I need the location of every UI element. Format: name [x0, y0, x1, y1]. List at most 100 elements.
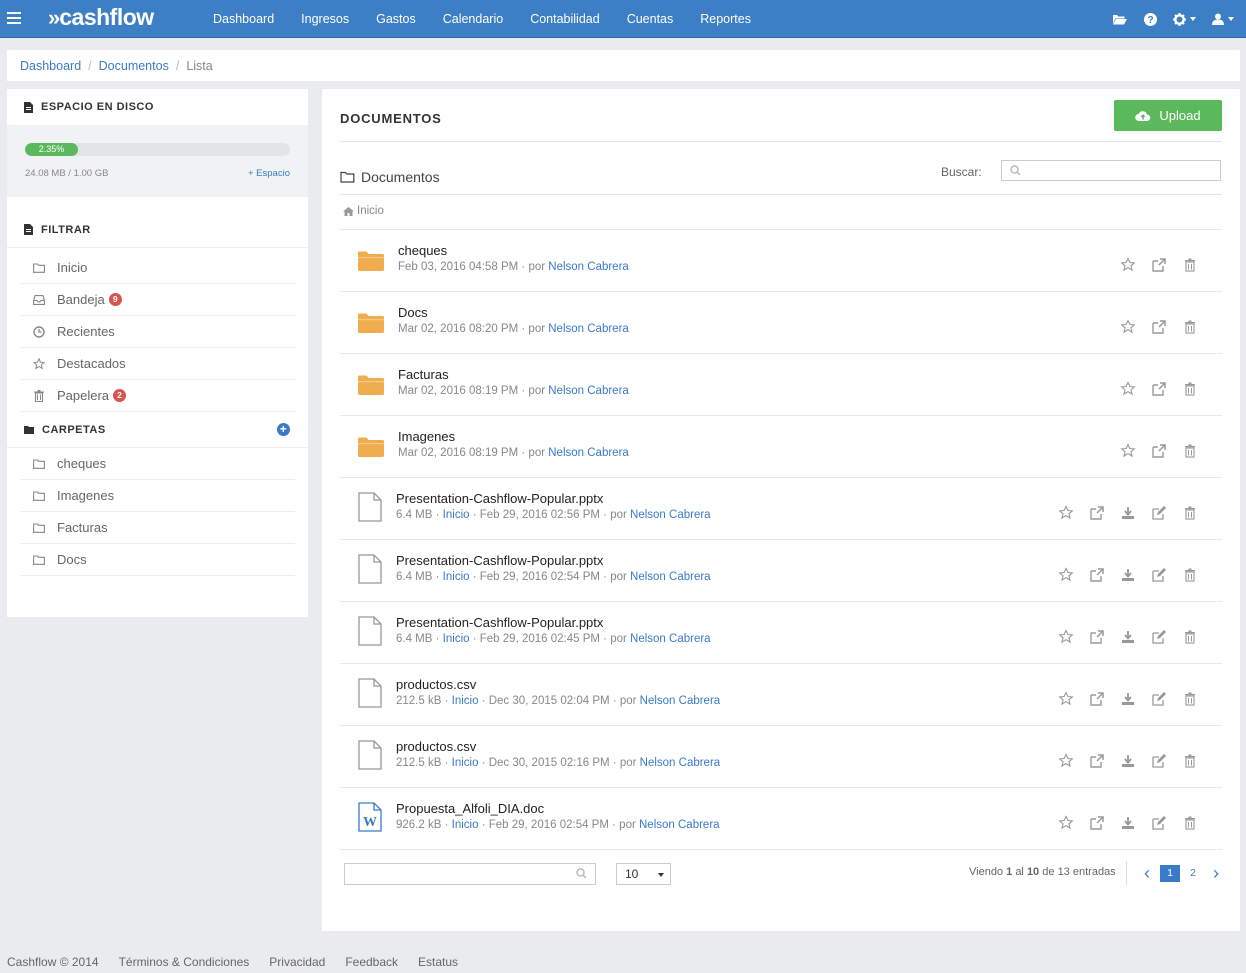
add-folder-icon[interactable]: + [277, 423, 290, 436]
search-input[interactable] [1001, 160, 1221, 181]
item-author-link[interactable]: Nelson Cabrera [640, 757, 721, 769]
trash-icon[interactable] [1182, 381, 1198, 397]
file-row[interactable]: Presentation-Cashflow-Popular.pptx 6.4 MB… [340, 477, 1222, 539]
sidebar-item-inicio[interactable]: Inicio [20, 252, 295, 284]
user-icon[interactable] [1212, 13, 1234, 25]
footer-link[interactable]: Privacidad [269, 955, 325, 969]
item-name[interactable]: productos.csv [396, 739, 476, 754]
trash-icon[interactable] [1182, 319, 1198, 335]
item-location-link[interactable]: Inicio [443, 509, 470, 521]
sidebar-folder-facturas[interactable]: Facturas [20, 512, 295, 544]
file-row[interactable]: Presentation-Cashflow-Popular.pptx 6.4 MB… [340, 539, 1222, 601]
trash-icon[interactable] [1182, 753, 1198, 769]
trash-icon[interactable] [1182, 567, 1198, 583]
external-link-icon[interactable] [1089, 505, 1105, 521]
download-icon[interactable] [1120, 629, 1136, 645]
external-link-icon[interactable] [1089, 567, 1105, 583]
chevron-left-icon[interactable]: ‹ [1137, 863, 1157, 883]
item-name[interactable]: Propuesta_Alfoli_DIA.doc [396, 801, 544, 816]
file-row[interactable]: productos.csv 212.5 kB · Inicio · Dec 30,… [340, 725, 1222, 787]
item-author-link[interactable]: Nelson Cabrera [630, 571, 711, 583]
sidebar-folder-imagenes[interactable]: Imagenes [20, 480, 295, 512]
item-location-link[interactable]: Inicio [452, 695, 479, 707]
nav-item-gastos[interactable]: Gastos [376, 12, 416, 26]
external-link-icon[interactable] [1151, 443, 1167, 459]
file-row[interactable]: Presentation-Cashflow-Popular.pptx 6.4 MB… [340, 601, 1222, 663]
brand-logo[interactable]: » cashflow [48, 4, 154, 31]
edit-icon[interactable] [1151, 691, 1167, 707]
nav-item-calendario[interactable]: Calendario [443, 12, 503, 26]
breadcrumb-documentos[interactable]: Documentos [99, 59, 169, 73]
item-author-link[interactable]: Nelson Cabrera [548, 447, 629, 459]
external-link-icon[interactable] [1089, 815, 1105, 831]
edit-icon[interactable] [1151, 753, 1167, 769]
item-author-link[interactable]: Nelson Cabrera [630, 633, 711, 645]
chevron-right-icon[interactable]: › [1206, 863, 1226, 883]
download-icon[interactable] [1120, 567, 1136, 583]
item-author-link[interactable]: Nelson Cabrera [548, 385, 629, 397]
star-icon[interactable] [1058, 691, 1074, 707]
item-location-link[interactable]: Inicio [452, 819, 479, 831]
item-name[interactable]: cheques [398, 243, 447, 258]
footer-link[interactable]: Feedback [345, 955, 398, 969]
sidebar-folder-docs[interactable]: Docs [20, 544, 295, 576]
external-link-icon[interactable] [1089, 691, 1105, 707]
item-name[interactable]: productos.csv [396, 677, 476, 692]
file-row[interactable]: W Propuesta_Alfoli_DIA.doc 926.2 kB · Inic… [340, 787, 1222, 849]
sidebar-item-bandeja[interactable]: Bandeja 9 [20, 284, 295, 316]
item-author-link[interactable]: Nelson Cabrera [640, 695, 721, 707]
trash-icon[interactable] [1182, 443, 1198, 459]
folder-row[interactable]: Facturas Mar 02, 2016 08:19 PM · por Nels… [340, 353, 1222, 415]
folder-row[interactable]: Docs Mar 02, 2016 08:20 PM · por Nelson C… [340, 291, 1222, 353]
download-icon[interactable] [1120, 691, 1136, 707]
folder-row[interactable]: Imagenes Mar 02, 2016 08:19 PM · por Nels… [340, 415, 1222, 477]
table-filter-input[interactable] [344, 863, 596, 885]
file-row[interactable]: productos.csv 212.5 kB · Inicio · Dec 30,… [340, 663, 1222, 725]
star-icon[interactable] [1058, 567, 1074, 583]
page-button-1[interactable]: 1 [1160, 864, 1180, 882]
star-icon[interactable] [1120, 319, 1136, 335]
sidebar-item-papelera[interactable]: Papelera 2 [20, 380, 295, 412]
item-name[interactable]: Facturas [398, 367, 449, 382]
edit-icon[interactable] [1151, 505, 1167, 521]
edit-icon[interactable] [1151, 815, 1167, 831]
add-space-link[interactable]: + Espacio [248, 168, 290, 179]
folder-open-icon[interactable] [1112, 13, 1128, 25]
item-author-link[interactable]: Nelson Cabrera [630, 509, 711, 521]
item-name[interactable]: Docs [398, 305, 428, 320]
item-name[interactable]: Imagenes [398, 429, 455, 444]
page-size-select[interactable]: 10 [616, 863, 671, 885]
nav-item-dashboard[interactable]: Dashboard [213, 12, 274, 26]
edit-icon[interactable] [1151, 629, 1167, 645]
nav-item-reportes[interactable]: Reportes [700, 12, 751, 26]
breadcrumb-dashboard[interactable]: Dashboard [20, 59, 81, 73]
item-location-link[interactable]: Inicio [443, 571, 470, 583]
download-icon[interactable] [1120, 753, 1136, 769]
trash-icon[interactable] [1182, 257, 1198, 273]
item-author-link[interactable]: Nelson Cabrera [548, 323, 629, 335]
external-link-icon[interactable] [1151, 381, 1167, 397]
item-location-link[interactable]: Inicio [452, 757, 479, 769]
settings-icon[interactable] [1173, 12, 1196, 26]
footer-link[interactable]: Estatus [418, 955, 458, 969]
item-author-link[interactable]: Nelson Cabrera [548, 261, 629, 273]
item-name[interactable]: Presentation-Cashflow-Popular.pptx [396, 615, 603, 630]
path-home[interactable]: Inicio [357, 205, 384, 217]
trash-icon[interactable] [1182, 505, 1198, 521]
trash-icon[interactable] [1182, 629, 1198, 645]
upload-button[interactable]: Upload [1114, 100, 1222, 131]
trash-icon[interactable] [1182, 815, 1198, 831]
star-icon[interactable] [1120, 443, 1136, 459]
nav-item-cuentas[interactable]: Cuentas [627, 12, 674, 26]
trash-icon[interactable] [1182, 691, 1198, 707]
menu-icon[interactable] [7, 12, 21, 24]
star-icon[interactable] [1058, 815, 1074, 831]
star-icon[interactable] [1120, 257, 1136, 273]
external-link-icon[interactable] [1089, 753, 1105, 769]
sidebar-item-destacados[interactable]: Destacados [20, 348, 295, 380]
nav-item-contabilidad[interactable]: Contabilidad [530, 12, 600, 26]
page-button-2[interactable]: 2 [1183, 865, 1203, 882]
download-icon[interactable] [1120, 505, 1136, 521]
nav-item-ingresos[interactable]: Ingresos [301, 12, 349, 26]
item-name[interactable]: Presentation-Cashflow-Popular.pptx [396, 553, 603, 568]
